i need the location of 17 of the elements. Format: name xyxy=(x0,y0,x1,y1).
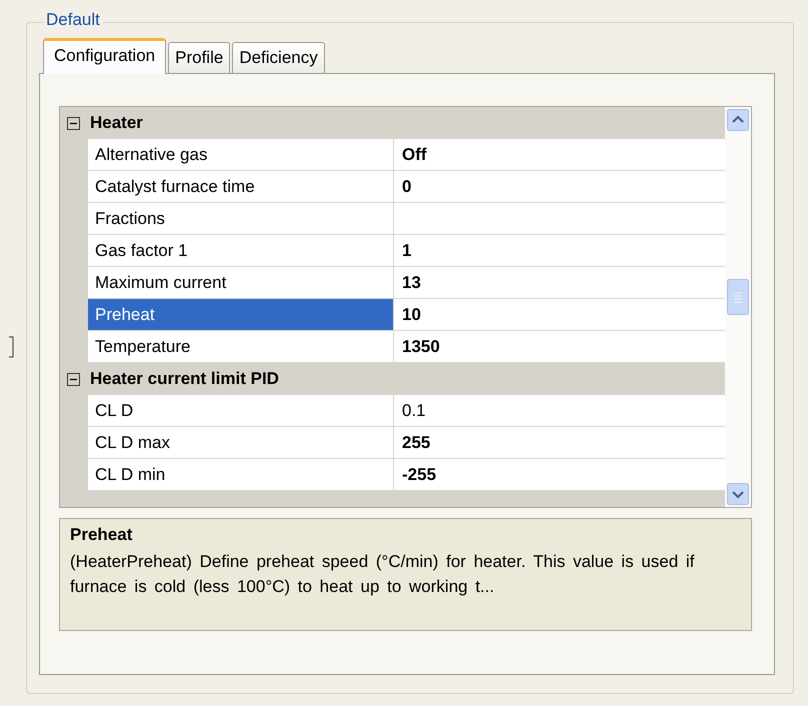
category-name: Heater current limit PID xyxy=(90,369,279,389)
scrollbar[interactable] xyxy=(725,107,751,507)
tab[interactable]: Deficiency xyxy=(232,42,325,73)
tab[interactable]: Configuration xyxy=(43,38,166,74)
bracket-icon xyxy=(8,336,14,358)
scroll-thumb[interactable] xyxy=(727,279,749,315)
collapse-icon[interactable] xyxy=(67,372,80,386)
help-text: (HeaterPreheat) Define preheat speed (°C/min) for heater. This value is used if furnace is cold (less 100°C) to heat up to working t... xyxy=(70,551,696,598)
collapse-icon[interactable] xyxy=(67,116,80,130)
category-name: Heater xyxy=(90,113,143,133)
scroll-down-icon[interactable] xyxy=(727,483,749,505)
property-value[interactable]: -255 xyxy=(394,459,725,491)
property-name[interactable]: Preheat xyxy=(88,299,394,331)
help-title: Preheat xyxy=(70,525,134,545)
tab[interactable]: Profile xyxy=(168,42,230,73)
property-name[interactable]: CL D min xyxy=(88,459,394,491)
scroll-up-icon[interactable] xyxy=(727,109,749,131)
